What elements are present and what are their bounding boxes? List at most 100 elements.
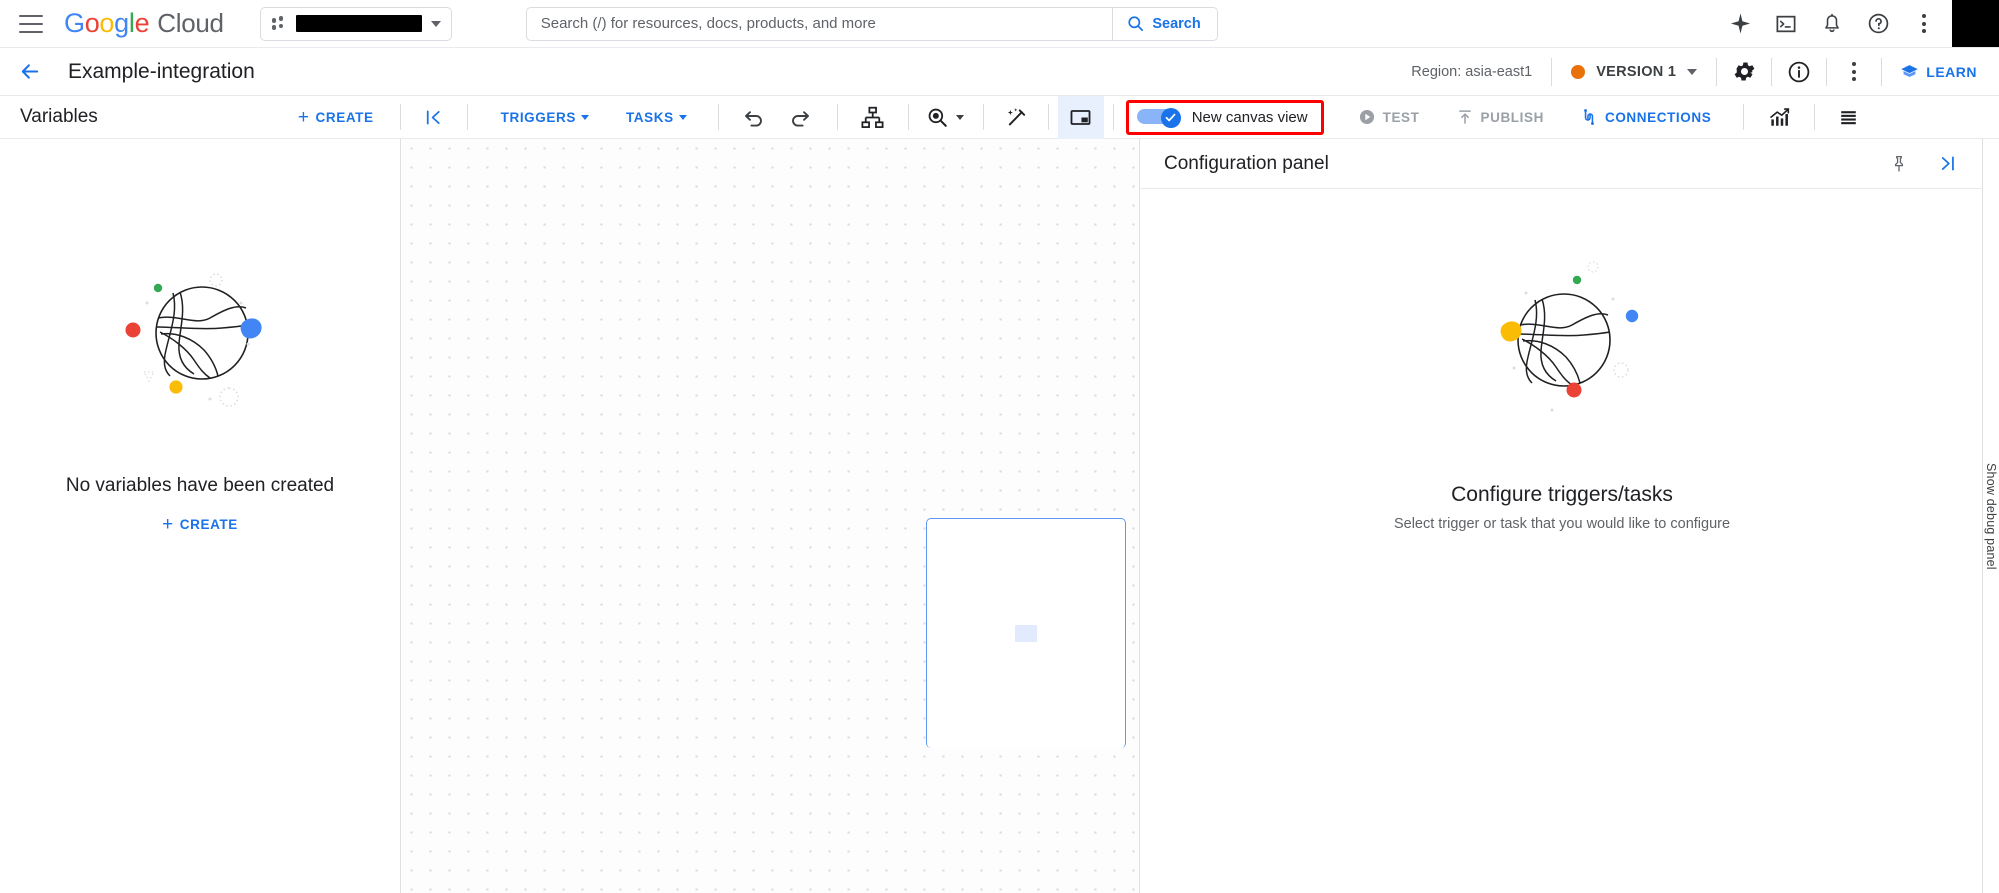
configuration-panel-title: Configuration panel xyxy=(1164,152,1329,174)
more-options-kebab-icon[interactable] xyxy=(1901,1,1947,47)
learn-button[interactable]: LEARN xyxy=(1882,62,1999,81)
configuration-panel: Configuration panel Configure triggers/t… xyxy=(1139,139,1984,893)
gear-icon[interactable] xyxy=(1717,48,1771,96)
logs-list-icon[interactable] xyxy=(1825,96,1871,139)
triggers-label: TRIGGERS xyxy=(500,109,576,125)
undo-icon[interactable] xyxy=(731,96,777,139)
test-label: TEST xyxy=(1382,109,1420,125)
no-variables-message: No variables have been created xyxy=(65,475,335,496)
project-picker[interactable] xyxy=(259,6,452,41)
info-icon[interactable] xyxy=(1772,48,1826,96)
show-debug-panel-label: Show debug panel xyxy=(1984,462,1998,570)
triggers-menu[interactable]: TRIGGERS xyxy=(495,110,595,125)
application-integration-page: Google Cloud Search (/) for resources, d… xyxy=(0,0,1999,893)
tasks-label: TASKS xyxy=(625,109,674,125)
integration-toolbar: Variables + CREATE TRIGGERS TASKS New ca… xyxy=(0,95,1999,139)
plus-icon: + xyxy=(162,514,174,535)
page-title: Example-integration xyxy=(68,59,255,83)
publish-label: PUBLISH xyxy=(1480,109,1544,125)
magic-wand-icon[interactable] xyxy=(994,96,1040,139)
analytics-chart-icon[interactable] xyxy=(1756,96,1802,139)
topbar-icon-group xyxy=(1717,0,1999,47)
divider xyxy=(1743,104,1745,130)
divider xyxy=(1112,104,1114,130)
search-input[interactable]: Search (/) for resources, docs, products… xyxy=(527,8,1113,40)
play-icon xyxy=(1359,109,1374,125)
account-avatar[interactable] xyxy=(1952,0,1999,47)
collapse-right-icon[interactable] xyxy=(1932,149,1962,179)
hamburger-menu-icon[interactable] xyxy=(19,14,43,33)
publish-button[interactable]: PUBLISH xyxy=(1448,108,1552,126)
create-variable-label: CREATE xyxy=(315,109,374,125)
connections-label: CONNECTIONS xyxy=(1604,109,1712,125)
learn-label: LEARN xyxy=(1926,63,1977,80)
zoom-control[interactable] xyxy=(926,106,964,129)
divider xyxy=(466,104,468,130)
chevron-down-icon xyxy=(1687,68,1698,75)
search-button-label: Search xyxy=(1152,15,1201,32)
chevron-down-icon xyxy=(955,114,964,120)
chevron-down-icon xyxy=(430,20,441,27)
cloud-wordmark: Cloud xyxy=(157,8,224,38)
divider xyxy=(907,104,909,130)
cloud-shell-icon[interactable] xyxy=(1763,1,1809,47)
plus-icon: + xyxy=(297,106,310,128)
search-icon xyxy=(1128,16,1144,31)
zoom-in-icon xyxy=(928,108,947,127)
back-arrow-icon[interactable] xyxy=(17,59,43,85)
create-variable-empty-label: CREATE xyxy=(179,517,238,532)
check-icon xyxy=(1165,113,1176,122)
canvas-node-placeholder[interactable] xyxy=(926,518,1126,748)
search-button[interactable]: Search xyxy=(1112,7,1217,40)
new-canvas-view-toggle[interactable]: New canvas view xyxy=(1125,99,1324,135)
chevron-down-icon xyxy=(678,114,687,120)
auto-layout-icon[interactable] xyxy=(850,96,896,139)
canvas-node-chip xyxy=(1015,625,1037,642)
create-variable-empty-button[interactable]: + CREATE xyxy=(162,515,238,534)
version-label: VERSION 1 xyxy=(1596,63,1677,80)
publish-icon xyxy=(1458,110,1471,124)
google-cloud-topbar: Google Cloud Search (/) for resources, d… xyxy=(0,0,1999,48)
divider xyxy=(836,104,838,130)
divider xyxy=(399,104,401,130)
divider xyxy=(1047,104,1049,130)
search-bar[interactable]: Search (/) for resources, docs, products… xyxy=(525,6,1218,41)
integration-canvas[interactable] xyxy=(402,139,1138,893)
version-status-dot xyxy=(1571,64,1586,79)
google-wordmark: Google xyxy=(64,8,150,38)
configuration-panel-header: Configuration panel xyxy=(1140,139,1984,189)
create-variable-button[interactable]: + CREATE xyxy=(298,108,374,127)
empty-state-globe-illustration xyxy=(1462,247,1662,437)
region-label: Region: asia-east1 xyxy=(1411,63,1533,80)
pin-icon[interactable] xyxy=(1884,149,1914,179)
collapse-left-icon[interactable] xyxy=(419,96,449,139)
connections-button[interactable]: CONNECTIONS xyxy=(1572,108,1719,126)
redo-icon[interactable] xyxy=(777,96,823,139)
gemini-sparkle-icon[interactable] xyxy=(1717,1,1763,47)
more-options-kebab-icon[interactable] xyxy=(1827,48,1881,96)
project-name-redacted xyxy=(295,15,422,32)
configuration-panel-empty-state: Configure triggers/tasks Select trigger … xyxy=(1140,189,1984,532)
picture-in-picture-icon[interactable] xyxy=(1057,95,1104,139)
new-canvas-view-label: New canvas view xyxy=(1191,108,1308,126)
configuration-panel-actions xyxy=(1884,149,1962,179)
search-placeholder: Search (/) for resources, docs, products… xyxy=(540,15,876,32)
connections-icon xyxy=(1584,109,1594,125)
empty-state-globe-illustration xyxy=(100,240,300,430)
show-debug-panel-tab[interactable]: Show debug panel xyxy=(1982,139,1999,893)
variables-panel: No variables have been created + CREATE xyxy=(0,139,401,893)
configure-triggers-tasks-subtitle: Select trigger or task that you would li… xyxy=(1393,516,1731,532)
help-icon[interactable] xyxy=(1855,1,1901,47)
google-cloud-logo[interactable]: Google Cloud xyxy=(64,8,224,39)
page-header: Example-integration Region: asia-east1 V… xyxy=(0,48,1999,96)
project-dots-icon xyxy=(271,16,287,31)
toggle-switch[interactable] xyxy=(1136,107,1181,128)
version-selector[interactable]: VERSION 1 xyxy=(1552,64,1716,80)
variables-panel-title: Variables xyxy=(20,106,98,127)
divider xyxy=(717,104,719,130)
notifications-bell-icon[interactable] xyxy=(1809,1,1855,47)
tasks-menu[interactable]: TASKS xyxy=(620,110,693,125)
chevron-down-icon xyxy=(580,114,589,120)
page-header-actions: Region: asia-east1 VERSION 1 LEARN xyxy=(1411,48,1999,96)
test-button[interactable]: TEST xyxy=(1350,108,1428,126)
